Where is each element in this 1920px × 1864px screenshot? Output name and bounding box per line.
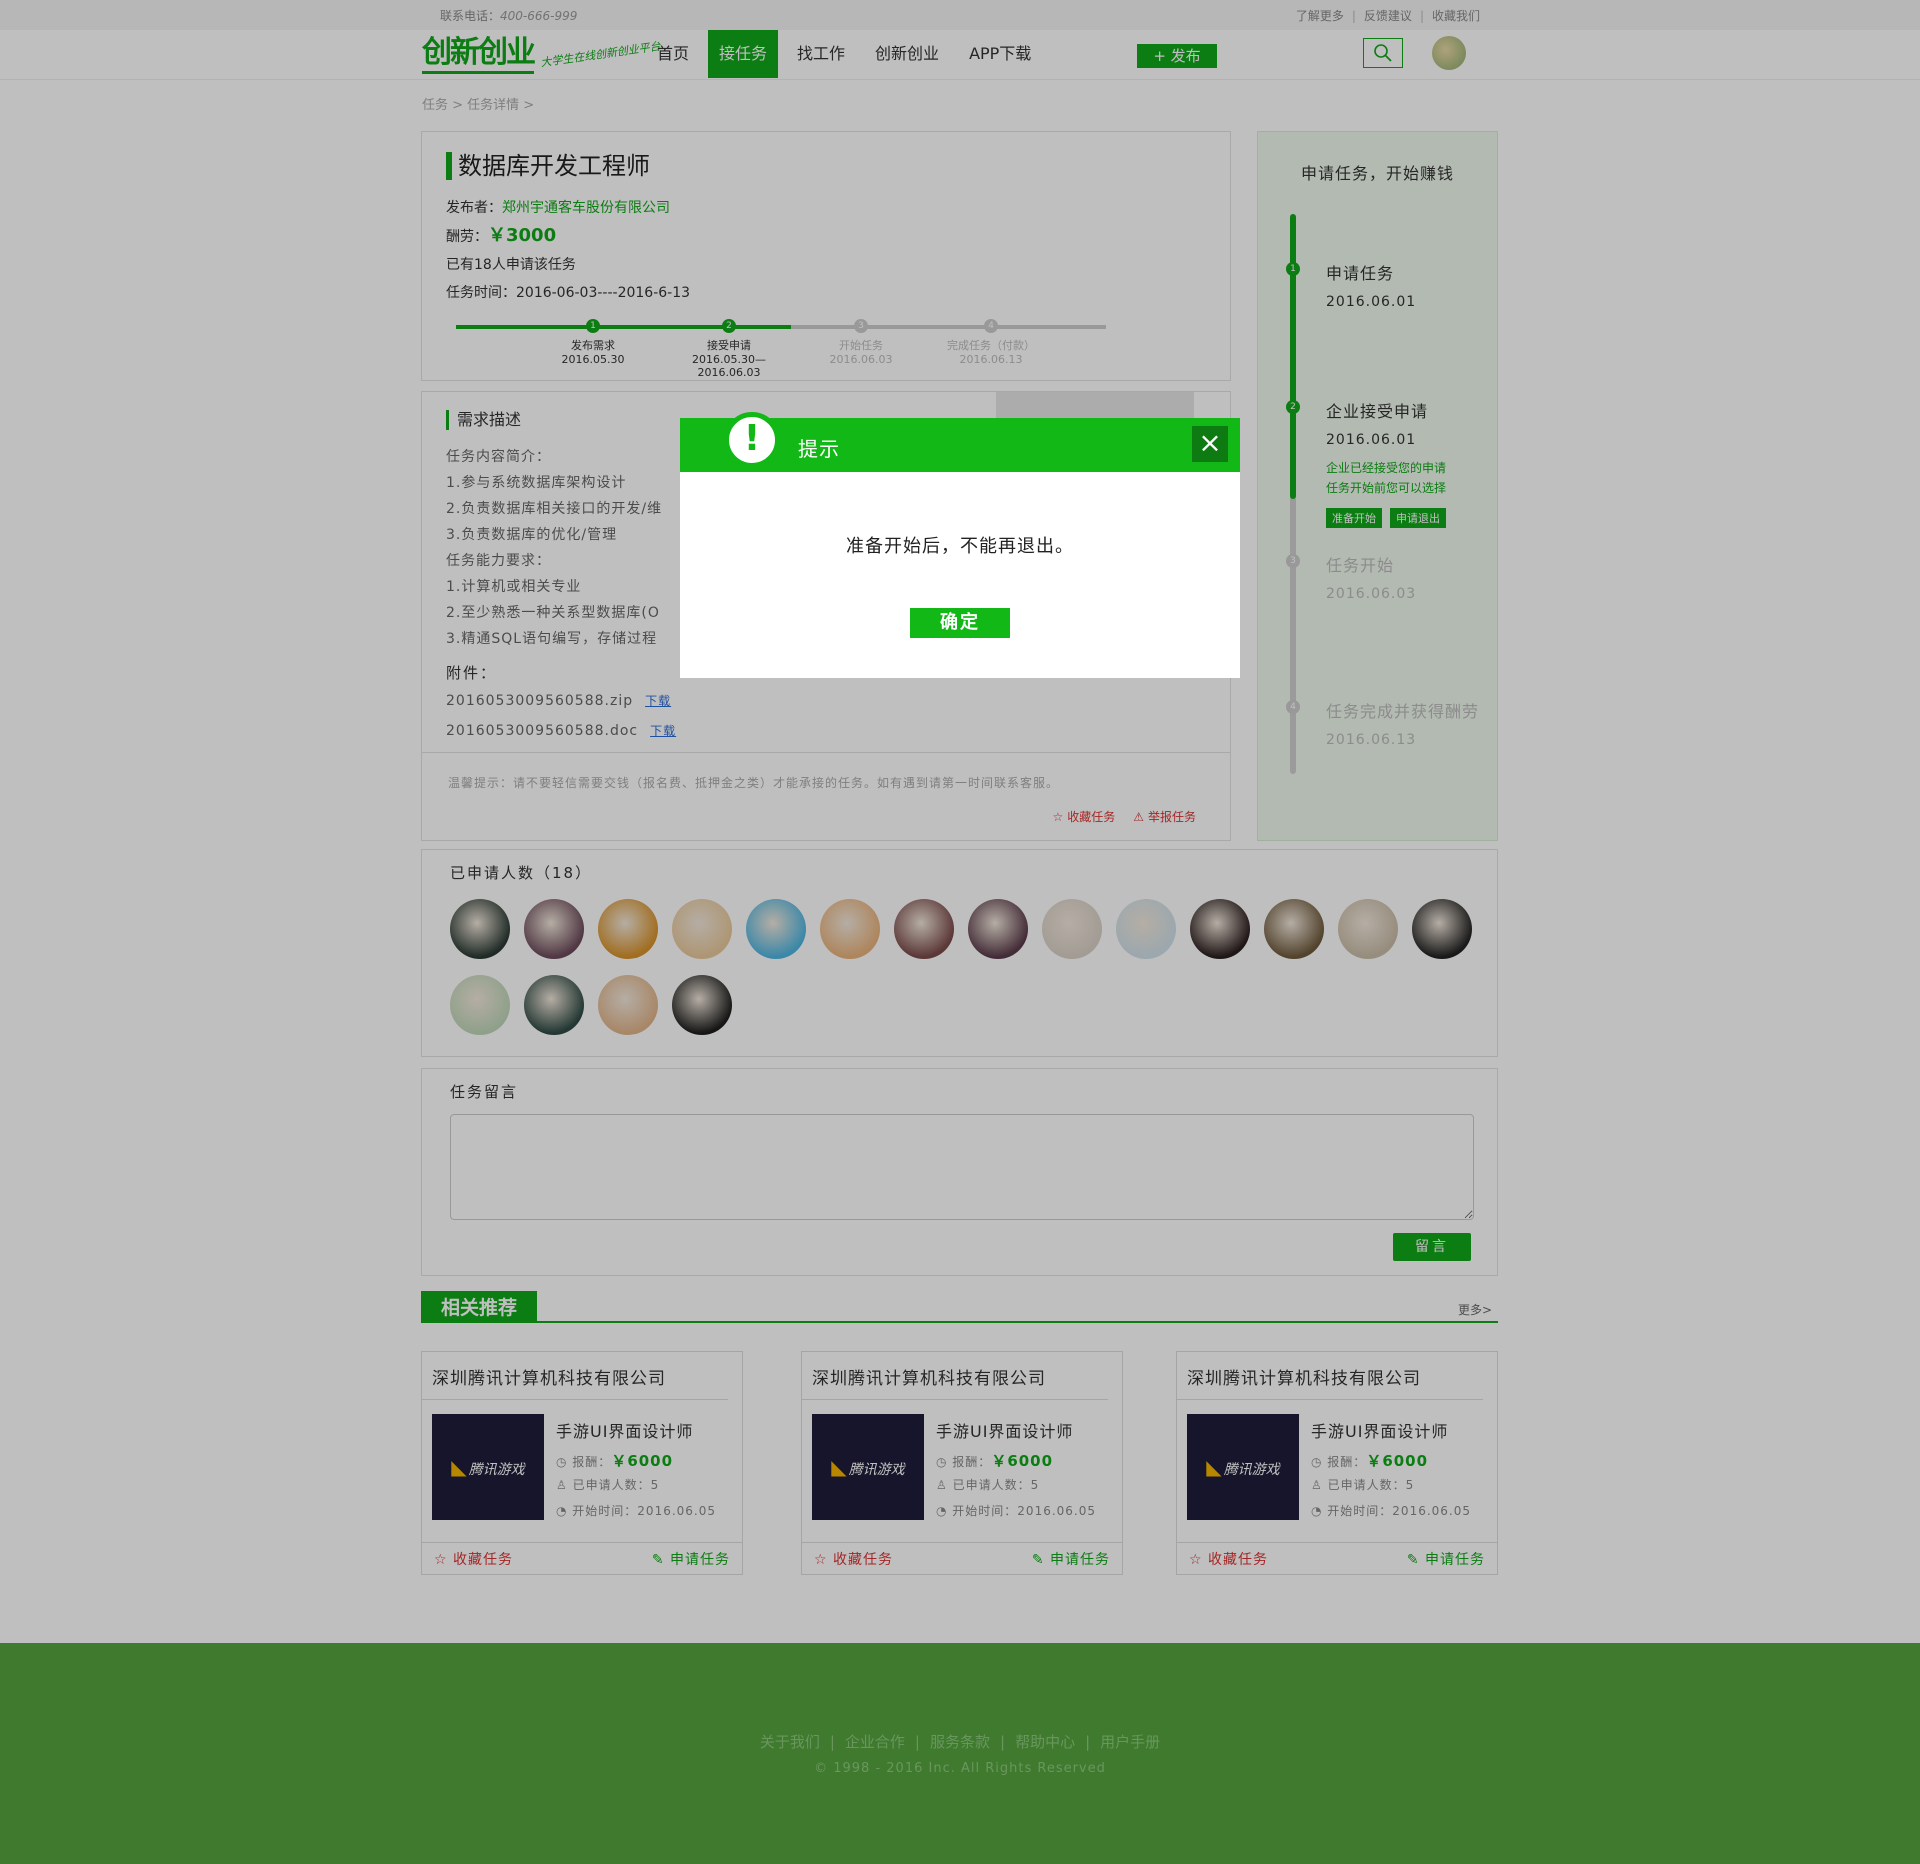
close-icon[interactable]: × <box>1192 426 1228 462</box>
exclamation-icon: ! <box>724 412 780 468</box>
dialog-header: ! 提示 × <box>680 412 1240 472</box>
confirm-button[interactable]: 确定 <box>910 608 1010 638</box>
dialog-message: 准备开始后，不能再退出。 <box>846 536 1074 557</box>
modal-overlay[interactable] <box>0 0 1920 1864</box>
dialog-title: 提示 <box>798 437 840 461</box>
confirm-dialog: ! 提示 × 准备开始后，不能再退出。 确定 <box>680 412 1240 678</box>
